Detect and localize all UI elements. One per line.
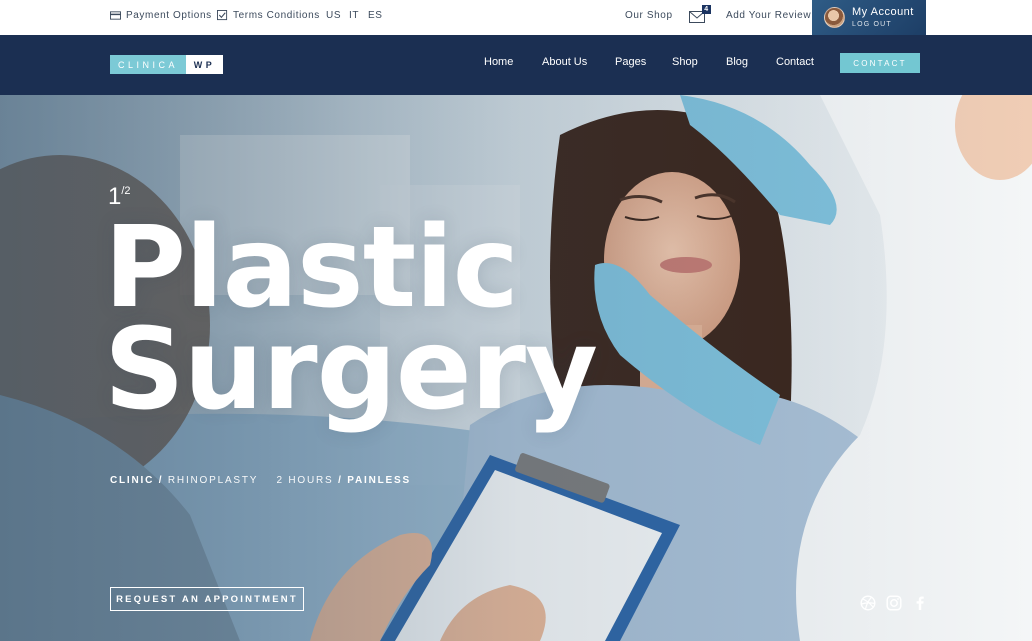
payment-options-link[interactable]: Payment Options bbox=[110, 10, 212, 21]
slide-total: /2 bbox=[121, 185, 131, 197]
logout-link[interactable]: LOG OUT bbox=[852, 20, 914, 29]
hero-slider: 1/2 Plastic Surgery CLINIC / RHINOPLASTY… bbox=[0, 95, 1032, 641]
payment-options-label: Payment Options bbox=[126, 10, 212, 21]
site-logo[interactable]: CLINICA WP bbox=[110, 55, 223, 74]
nav-item-shop[interactable]: Shop bbox=[672, 56, 698, 68]
hero-tags: CLINIC / RHINOPLASTY 2 HOURS / PAINLESS bbox=[110, 475, 411, 486]
logo-part-wp: WP bbox=[186, 55, 223, 74]
terms-conditions-label: Terms Conditions bbox=[233, 10, 320, 21]
request-appointment-button[interactable]: REQUEST AN APPOINTMENT bbox=[110, 587, 304, 611]
nav-item-home[interactable]: Home bbox=[484, 56, 513, 68]
contact-cta-button[interactable]: CONTACT bbox=[840, 53, 920, 73]
language-es[interactable]: ES bbox=[368, 10, 383, 21]
checkbox-icon bbox=[217, 10, 228, 21]
avatar bbox=[824, 7, 845, 28]
credit-card-icon bbox=[110, 11, 121, 20]
top-utility-bar: Payment Options Terms Conditions US IT E… bbox=[0, 0, 1032, 35]
language-it[interactable]: IT bbox=[349, 10, 359, 21]
hero-title-line2: Surgery bbox=[104, 305, 598, 435]
account-title: My Account bbox=[852, 6, 914, 18]
dribbble-icon[interactable] bbox=[860, 595, 876, 611]
nav-item-contact[interactable]: Contact bbox=[776, 56, 814, 68]
hero-title-line1: Plastic bbox=[104, 203, 519, 333]
nav-item-about-us[interactable]: About Us bbox=[542, 56, 587, 68]
language-us[interactable]: US bbox=[326, 10, 341, 21]
terms-conditions-link[interactable]: Terms Conditions bbox=[217, 10, 320, 21]
nav-item-pages[interactable]: Pages bbox=[615, 56, 646, 68]
our-shop-link[interactable]: Our Shop bbox=[625, 10, 673, 21]
instagram-icon[interactable] bbox=[886, 595, 902, 611]
tag-clinic: CLINIC bbox=[110, 475, 155, 486]
hero-title: Plastic Surgery bbox=[104, 203, 598, 435]
my-account-button[interactable]: My Account LOG OUT bbox=[812, 0, 926, 35]
tag-duration: 2 HOURS bbox=[276, 475, 334, 486]
message-count-badge: 4 bbox=[702, 5, 711, 14]
nav-item-blog[interactable]: Blog bbox=[726, 56, 748, 68]
logo-part-clinica: CLINICA bbox=[110, 55, 186, 74]
facebook-icon[interactable] bbox=[912, 595, 928, 611]
tag-rhinoplasty: RHINOPLASTY bbox=[167, 475, 259, 486]
main-navbar: CLINICA WP Home About Us Pages Shop Blog… bbox=[0, 35, 1032, 95]
tag-painless: PAINLESS bbox=[347, 475, 411, 486]
messages-button[interactable]: 4 bbox=[689, 5, 711, 24]
add-review-link[interactable]: Add Your Review bbox=[726, 10, 811, 21]
